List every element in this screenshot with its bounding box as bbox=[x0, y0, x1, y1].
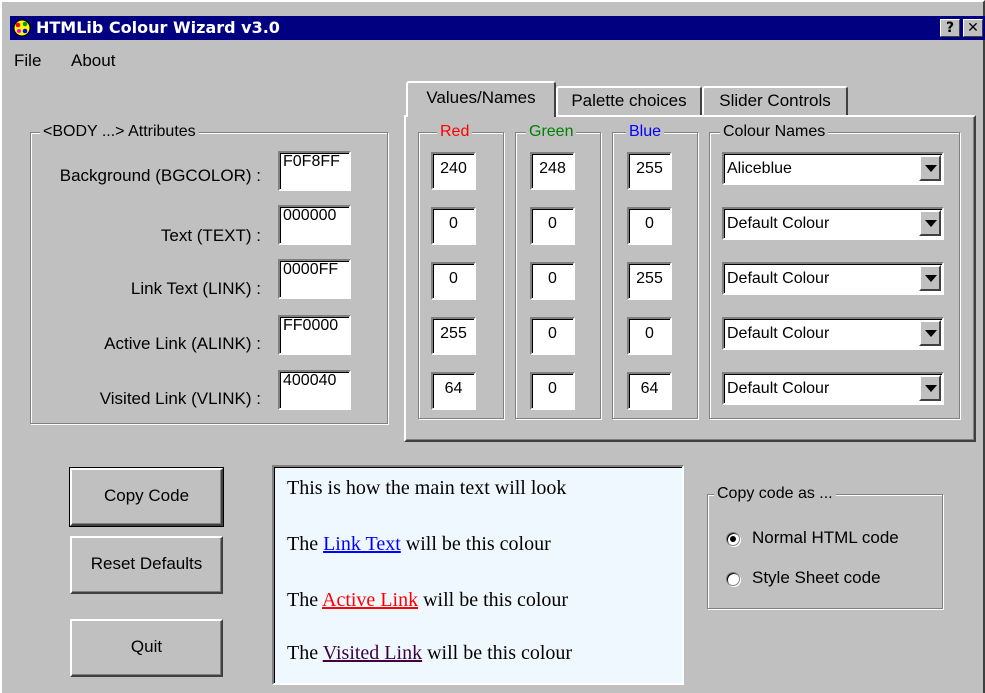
normal-html-label[interactable]: Normal HTML code bbox=[752, 527, 899, 549]
colour-names-group: Colour Names Aliceblue Default Colour De… bbox=[709, 122, 960, 419]
blue-field-link[interactable]: 255 bbox=[627, 262, 672, 300]
preview-suffix: will be this colour bbox=[427, 642, 573, 664]
help-button[interactable]: ? bbox=[940, 19, 960, 37]
copy-code-button[interactable]: Copy Code bbox=[69, 467, 224, 527]
reset-defaults-button[interactable]: Reset Defaults bbox=[70, 536, 223, 594]
red-group: Red 240 0 0 255 64 bbox=[418, 122, 504, 419]
blue-field-text[interactable]: 0 bbox=[627, 207, 672, 245]
dropdown-arrow-icon[interactable] bbox=[919, 155, 941, 181]
green-legend: Green bbox=[526, 122, 577, 142]
preview-main-text: This is how the main text will look bbox=[287, 477, 567, 499]
red-legend: Red bbox=[437, 122, 473, 142]
preview-visited-link[interactable]: Visited Link bbox=[323, 642, 422, 664]
blue-field-bgcolor[interactable]: 255 bbox=[627, 152, 672, 190]
alink-label: Active Link (ALINK) : bbox=[104, 334, 261, 353]
blue-field-alink[interactable]: 0 bbox=[627, 317, 672, 355]
green-field-bgcolor[interactable]: 248 bbox=[530, 152, 575, 190]
preview-suffix: will be this colour bbox=[405, 533, 551, 555]
preview-the: The bbox=[287, 533, 319, 555]
palette-icon bbox=[13, 19, 31, 37]
colour-name-value: Default Colour bbox=[727, 325, 830, 342]
dropdown-arrow-icon[interactable] bbox=[919, 265, 941, 291]
vlink-label: Visited Link (VLINK) : bbox=[99, 389, 261, 408]
app-window: HTMLib Colour Wizard v3.0 ? ✕ File About… bbox=[0, 0, 985, 693]
vlink-color-field[interactable]: 400040 bbox=[278, 370, 351, 410]
preview-the: The bbox=[287, 589, 319, 611]
red-field-text[interactable]: 0 bbox=[431, 207, 476, 245]
colour-name-select-bgcolor[interactable]: Aliceblue bbox=[722, 152, 944, 185]
red-field-alink[interactable]: 255 bbox=[431, 317, 476, 355]
red-field-bgcolor[interactable]: 240 bbox=[431, 152, 476, 190]
colour-name-value: Default Colour bbox=[727, 380, 830, 397]
dropdown-arrow-icon[interactable] bbox=[919, 210, 941, 236]
link-label: Link Text (LINK) : bbox=[130, 279, 261, 298]
blue-field-vlink[interactable]: 64 bbox=[627, 372, 672, 410]
green-field-link[interactable]: 0 bbox=[530, 262, 575, 300]
red-field-link[interactable]: 0 bbox=[431, 262, 476, 300]
menu-about[interactable]: About bbox=[71, 50, 115, 72]
blue-legend: Blue bbox=[626, 122, 665, 142]
green-field-vlink[interactable]: 0 bbox=[530, 372, 575, 410]
text-color-field[interactable]: 000000 bbox=[278, 205, 351, 245]
colour-name-select-text[interactable]: Default Colour bbox=[722, 207, 944, 240]
colour-name-value: Default Colour bbox=[727, 270, 830, 287]
green-field-text[interactable]: 0 bbox=[530, 207, 575, 245]
colour-name-value: Default Colour bbox=[727, 215, 830, 232]
preview-link-line: The Link Text will be this colour bbox=[287, 532, 551, 556]
copy-as-group: Copy code as ... Normal HTML code Style … bbox=[707, 484, 943, 609]
dropdown-arrow-icon[interactable] bbox=[919, 320, 941, 346]
body-attributes-group: <BODY ...> Attributes Background (BGCOLO… bbox=[30, 122, 388, 424]
title-bar[interactable]: HTMLib Colour Wizard v3.0 ? ✕ bbox=[10, 16, 985, 40]
preview-vlink-line: The Visited Link will be this colour bbox=[287, 641, 572, 665]
colour-name-select-vlink[interactable]: Default Colour bbox=[722, 372, 944, 405]
preview-alink-line: The Active Link will be this colour bbox=[287, 588, 568, 612]
colour-name-select-link[interactable]: Default Colour bbox=[722, 262, 944, 295]
preview-link-text[interactable]: Link Text bbox=[323, 533, 401, 555]
tab-palette-choices[interactable]: Palette choices bbox=[556, 86, 702, 116]
alink-color-field[interactable]: FF0000 bbox=[278, 315, 351, 355]
copy-as-legend: Copy code as ... bbox=[714, 484, 836, 504]
menu-file[interactable]: File bbox=[14, 50, 41, 72]
colour-names-legend: Colour Names bbox=[720, 122, 829, 142]
red-field-vlink[interactable]: 64 bbox=[431, 372, 476, 410]
green-field-alink[interactable]: 0 bbox=[530, 317, 575, 355]
preview-active-link[interactable]: Active Link bbox=[322, 589, 418, 611]
values-names-panel: Red 240 0 0 255 64 Green 248 0 0 0 0 Blu… bbox=[404, 115, 976, 442]
window-title: HTMLib Colour Wizard v3.0 bbox=[36, 18, 280, 37]
body-attributes-legend: <BODY ...> Attributes bbox=[40, 122, 199, 142]
text-label: Text (TEXT) : bbox=[160, 226, 261, 245]
bgcolor-field[interactable]: F0F8FF bbox=[278, 151, 351, 191]
colour-preview: This is how the main text will look The … bbox=[272, 465, 684, 685]
close-button[interactable]: ✕ bbox=[963, 19, 983, 37]
colour-name-select-alink[interactable]: Default Colour bbox=[722, 317, 944, 350]
quit-button[interactable]: Quit bbox=[70, 619, 223, 677]
tab-values-names[interactable]: Values/Names bbox=[406, 81, 556, 121]
bgcolor-label: Background (BGCOLOR) : bbox=[59, 166, 261, 185]
link-color-field[interactable]: 0000FF bbox=[278, 259, 351, 299]
colour-name-value: Aliceblue bbox=[727, 160, 792, 177]
style-sheet-radio[interactable] bbox=[726, 572, 740, 586]
dropdown-arrow-icon[interactable] bbox=[919, 375, 941, 401]
normal-html-radio[interactable] bbox=[726, 532, 740, 546]
tab-slider-controls[interactable]: Slider Controls bbox=[702, 86, 848, 116]
style-sheet-label[interactable]: Style Sheet code bbox=[752, 567, 881, 589]
preview-the: The bbox=[287, 642, 319, 664]
green-group: Green 248 0 0 0 0 bbox=[515, 122, 601, 419]
blue-group: Blue 255 0 255 0 64 bbox=[612, 122, 698, 419]
preview-suffix: will be this colour bbox=[423, 589, 569, 611]
